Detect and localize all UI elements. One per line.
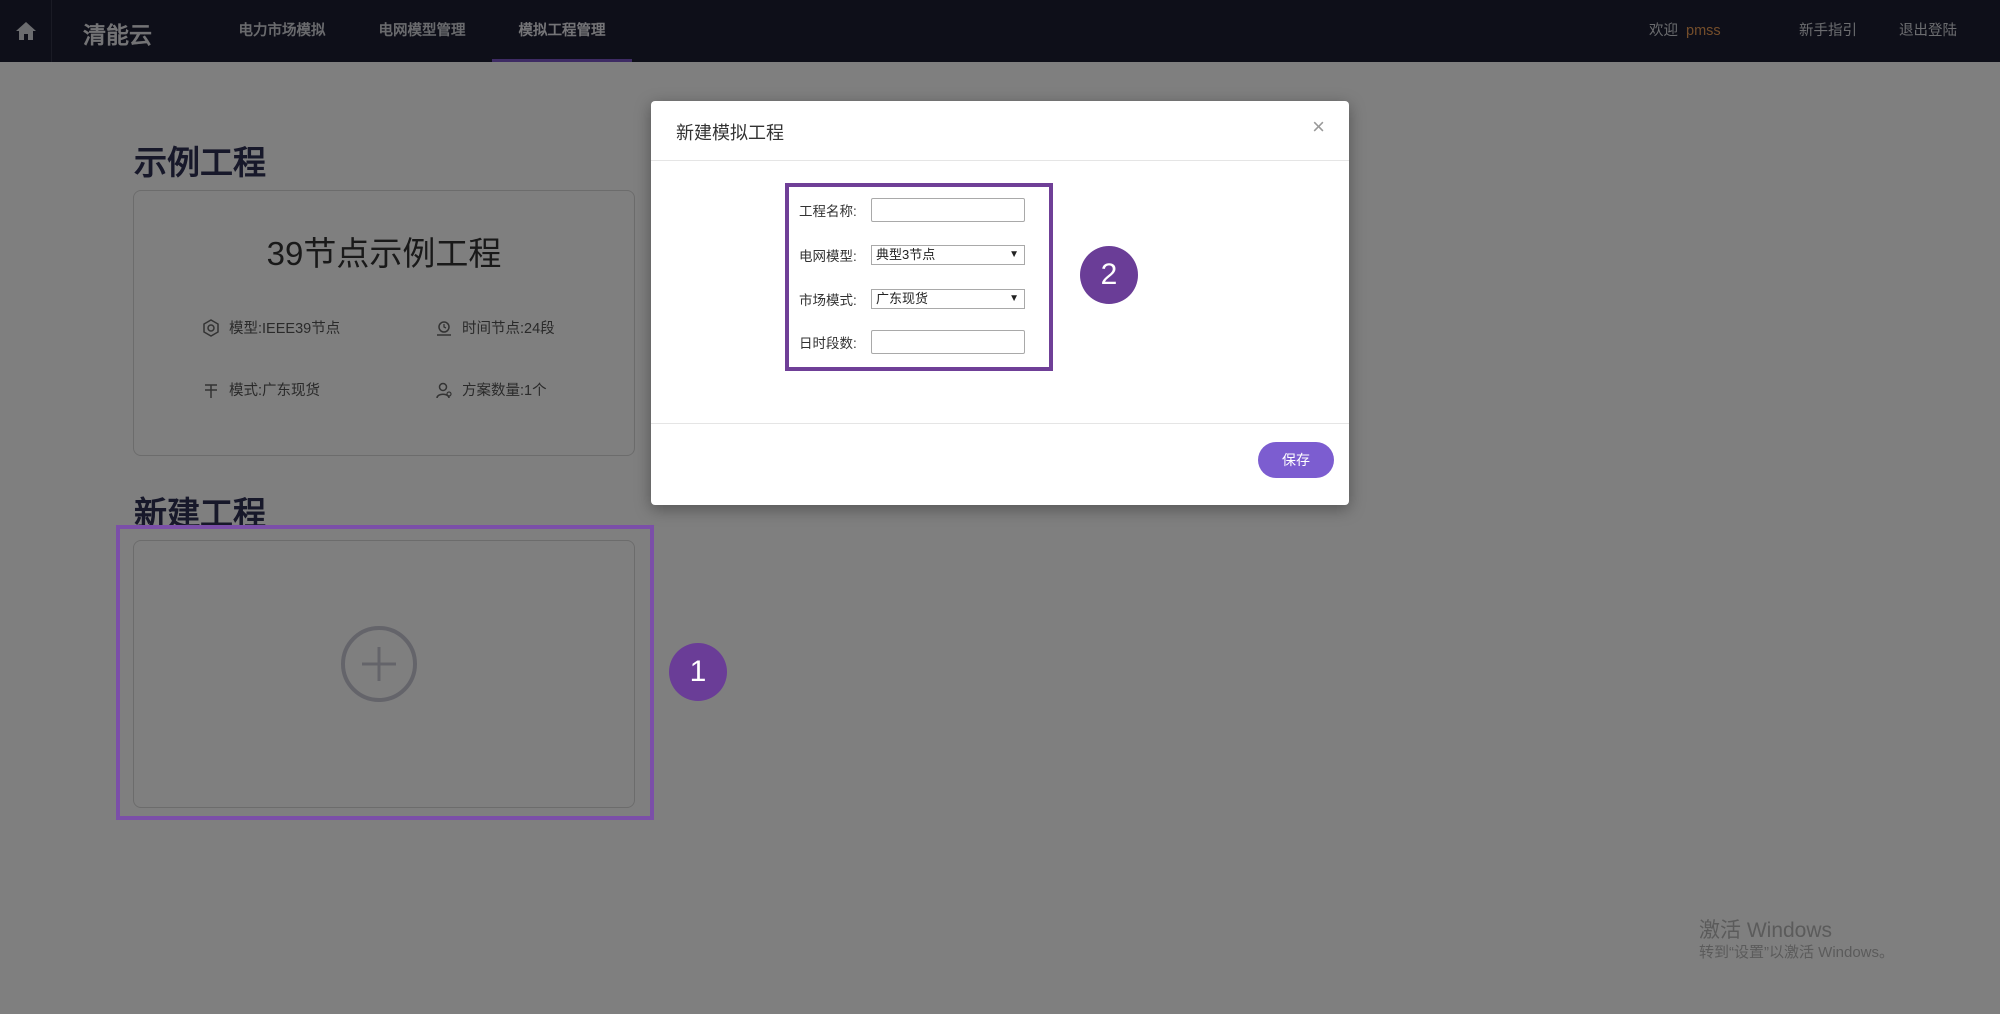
dropdown-caret-icon: ▼	[1009, 293, 1019, 304]
save-button[interactable]: 保存	[1258, 442, 1334, 478]
form-row-periods: 日时段数:	[799, 329, 1025, 355]
market-mode-label: 市场模式:	[799, 293, 857, 308]
market-mode-select[interactable]: 广东现货 ▼	[871, 289, 1025, 309]
dialog-header: 新建模拟工程 ×	[651, 101, 1349, 161]
periods-input[interactable]	[871, 330, 1025, 354]
new-project-dialog: 新建模拟工程 × 工程名称: 电网模型: 典型3节点 ▼ 市场模式: 广东现货 …	[651, 101, 1349, 505]
dialog-body: 工程名称: 电网模型: 典型3节点 ▼ 市场模式: 广东现货 ▼ 日时段数:	[651, 162, 1349, 424]
project-name-input[interactable]	[871, 198, 1025, 222]
step2-badge: 2	[1080, 246, 1138, 304]
dialog-footer: 保存	[651, 423, 1349, 505]
close-icon[interactable]: ×	[1312, 114, 1325, 140]
form-row-market-mode: 市场模式: 广东现货 ▼	[799, 286, 1025, 312]
grid-model-select[interactable]: 典型3节点 ▼	[871, 245, 1025, 265]
dropdown-caret-icon: ▼	[1009, 249, 1019, 260]
periods-label: 日时段数:	[799, 336, 857, 351]
step1-highlight-frame	[116, 525, 654, 820]
grid-model-label: 电网模型:	[799, 249, 857, 264]
step2-highlight-frame: 工程名称: 电网模型: 典型3节点 ▼ 市场模式: 广东现货 ▼ 日时段数:	[785, 183, 1053, 371]
step1-badge: 1	[669, 643, 727, 701]
market-mode-value: 广东现货	[876, 291, 929, 306]
project-name-label: 工程名称:	[799, 204, 857, 219]
grid-model-value: 典型3节点	[876, 247, 936, 262]
form-row-grid-model: 电网模型: 典型3节点 ▼	[799, 242, 1025, 268]
dialog-title: 新建模拟工程	[676, 123, 784, 143]
form-row-project-name: 工程名称:	[799, 197, 1025, 223]
